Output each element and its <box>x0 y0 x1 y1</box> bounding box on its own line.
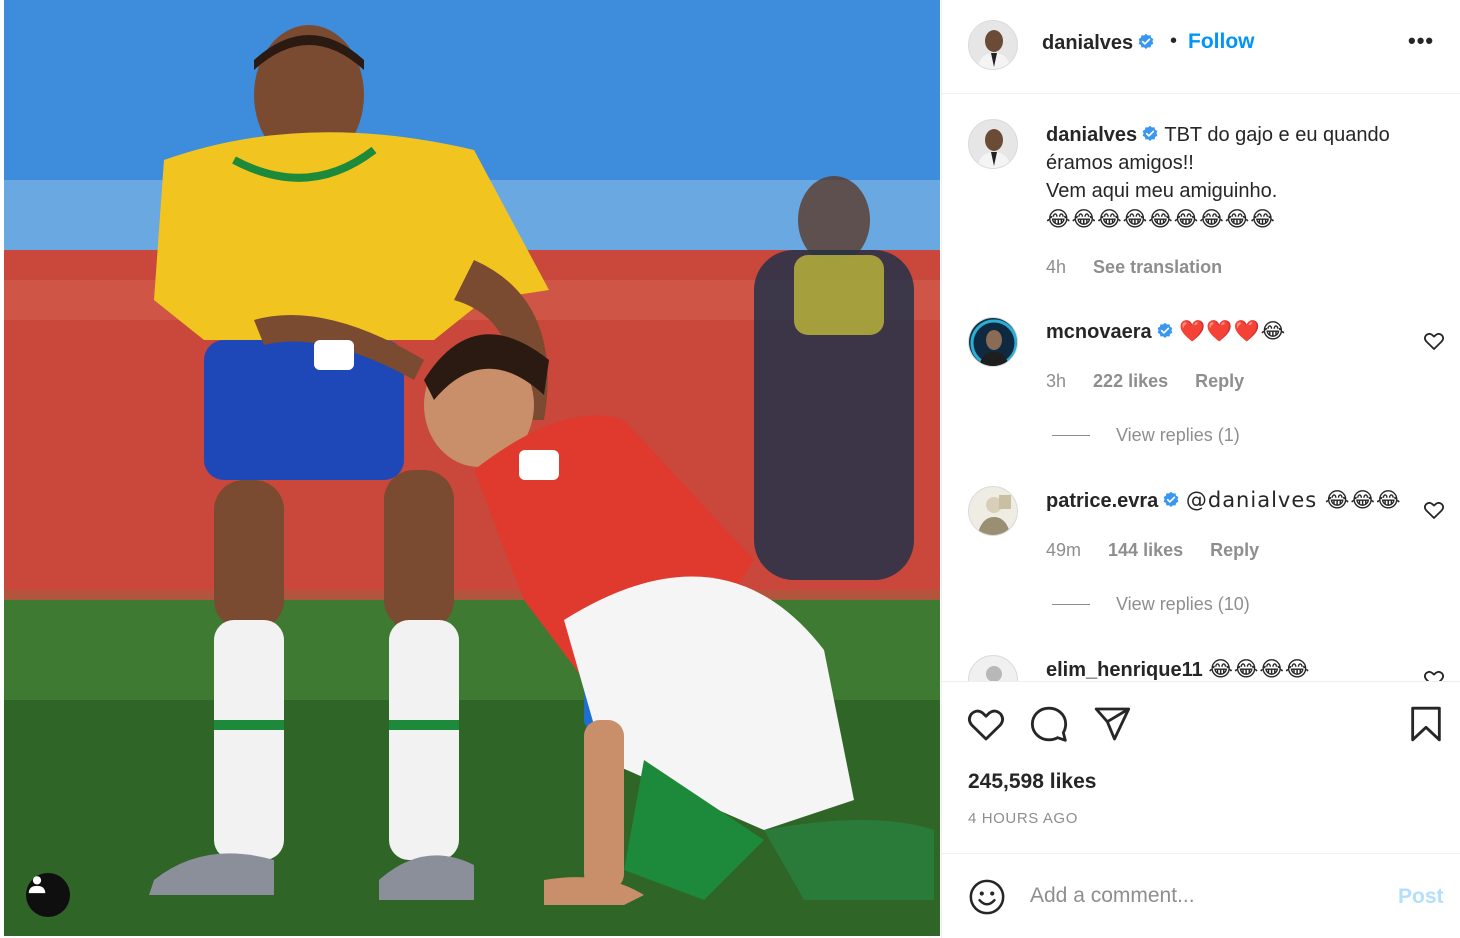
verified-badge-icon <box>1142 125 1158 142</box>
post-side-panel: danialves • Follow ••• danialves TBT do … <box>941 0 1460 938</box>
view-replies-button[interactable]: View replies (10) <box>1052 594 1250 615</box>
replies-divider-line <box>1052 435 1090 436</box>
comment-content: @danialves 😂😂😂 <box>1185 488 1402 512</box>
author-username[interactable]: danialves <box>1042 32 1155 55</box>
comment-text: patrice.evra @danialves 😂😂😂 <box>1046 486 1436 515</box>
comment-avatar[interactable] <box>968 317 1018 367</box>
post-header: danialves • Follow ••• <box>942 0 1460 94</box>
comment-bubble-icon[interactable] <box>1029 704 1069 744</box>
post-photo-illustration <box>4 0 940 936</box>
post-comment-button[interactable]: Post <box>1398 885 1444 909</box>
verified-badge-icon <box>1138 33 1154 50</box>
avatar-image <box>969 318 1017 366</box>
verified-badge-icon <box>1163 491 1179 508</box>
comment-username[interactable]: mcnovaera <box>1046 321 1152 343</box>
follow-button[interactable]: Follow <box>1188 30 1255 54</box>
view-replies-label[interactable]: View replies (10) <box>1116 594 1250 615</box>
comment-avatar[interactable] <box>968 655 1018 681</box>
avatar-image <box>969 656 1017 681</box>
post-likes-count[interactable]: 245,598 likes <box>968 770 1096 794</box>
comment-text: mcnovaera ❤️❤️❤️😂 <box>1046 317 1436 346</box>
comments-list[interactable]: danialves TBT do gajo e eu quando éramos… <box>942 95 1460 682</box>
caption-username[interactable]: danialves <box>1046 124 1137 146</box>
see-translation-button[interactable]: See translation <box>1093 257 1222 277</box>
caption-avatar[interactable] <box>968 119 1018 169</box>
caption-line-2: éramos amigos!! <box>1046 152 1194 174</box>
comment-avatar[interactable] <box>968 486 1018 536</box>
caption-line-1: TBT do gajo e eu quando <box>1164 124 1390 146</box>
avatar-image <box>969 21 1017 69</box>
header-separator: • <box>1170 30 1178 52</box>
author-avatar[interactable] <box>968 20 1018 70</box>
reply-button[interactable]: Reply <box>1210 540 1259 560</box>
more-options-button[interactable]: ••• <box>1408 28 1434 54</box>
author-username-text[interactable]: danialves <box>1042 32 1133 54</box>
comment-like-heart-icon[interactable] <box>1422 498 1446 522</box>
verified-badge-icon <box>1157 322 1172 339</box>
post-timestamp[interactable]: 4 HOURS AGO <box>968 810 1078 827</box>
comment-meta: 49m 144 likes Reply <box>1046 540 1281 561</box>
avatar-image <box>969 120 1017 168</box>
comment-username[interactable]: elim_henrique11 <box>1046 659 1203 681</box>
caption-text: danialves TBT do gajo e eu quando éramos… <box>1046 121 1436 234</box>
comment-likes[interactable]: 222 likes <box>1093 371 1168 391</box>
comment-time: 49m <box>1046 540 1082 560</box>
comment-time: 3h <box>1046 371 1067 391</box>
view-replies-button[interactable]: View replies (1) <box>1052 425 1240 446</box>
comment-like-heart-icon[interactable] <box>1422 667 1446 682</box>
paper-plane-icon[interactable] <box>1092 704 1132 744</box>
replies-divider-line <box>1052 604 1090 605</box>
comment-meta: 3h 222 likes Reply <box>1046 371 1266 392</box>
caption-line-3: Vem aqui meu amiguinho. <box>1046 180 1278 202</box>
caption-meta: 4h See translation <box>1046 257 1244 278</box>
comment-content: ❤️❤️❤️😂 <box>1179 319 1287 343</box>
heart-icon[interactable] <box>966 704 1006 744</box>
smiley-icon[interactable] <box>968 878 1006 916</box>
comment-likes[interactable]: 144 likes <box>1108 540 1183 560</box>
avatar-image <box>969 487 1017 535</box>
post-photo[interactable] <box>4 0 940 936</box>
user-tag-icon <box>28 876 46 894</box>
comment-username[interactable]: patrice.evra <box>1046 490 1158 512</box>
view-replies-label[interactable]: View replies (1) <box>1116 425 1240 446</box>
comment-composer: Post <box>942 853 1460 938</box>
post-actions-bar <box>942 700 1460 750</box>
comment-content: 😂😂😂😂 <box>1208 657 1311 681</box>
caption-emojis: 😂😂😂😂😂😂😂😂😂 <box>1046 207 1276 231</box>
comment-input[interactable] <box>1030 876 1370 916</box>
comment-text: elim_henrique11 😂😂😂😂 <box>1046 655 1436 681</box>
reply-button[interactable]: Reply <box>1195 371 1244 391</box>
comment-like-heart-icon[interactable] <box>1422 329 1446 353</box>
user-tag-button[interactable] <box>26 873 70 917</box>
caption-time: 4h <box>1046 257 1067 277</box>
bookmark-icon[interactable] <box>1406 704 1446 744</box>
